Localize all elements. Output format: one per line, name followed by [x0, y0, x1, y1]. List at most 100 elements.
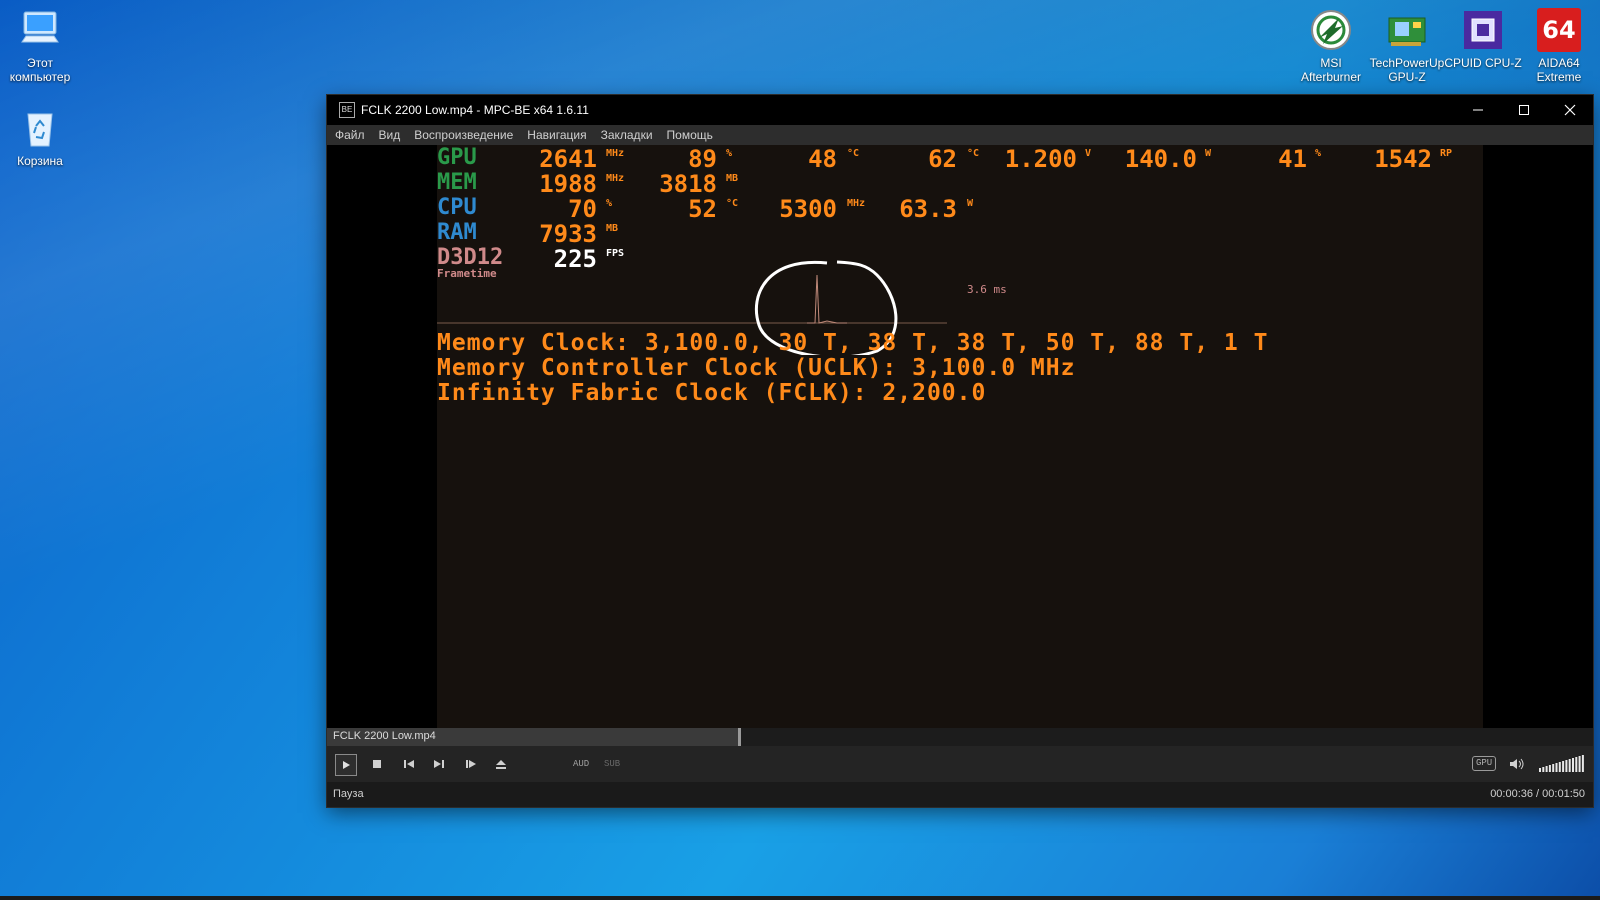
seek-bar[interactable]: FCLK 2200 Low.mp4	[327, 728, 1593, 746]
video-area[interactable]: GPU 2641 MHz 89 % 48 °C 62 °C 1.200 V 14…	[327, 145, 1593, 728]
osd-gpu-power-unit: W	[1205, 148, 1212, 159]
desktop-icon-label: Этот компьютер	[9, 56, 71, 84]
previous-button[interactable]	[399, 754, 419, 774]
frame-step-icon	[466, 760, 476, 768]
osd-ram-used-unit: MB	[606, 223, 619, 234]
next-button[interactable]	[429, 754, 449, 774]
cpuz-icon	[1461, 8, 1505, 52]
desktop-icon-this-pc[interactable]: Этот компьютер	[0, 8, 80, 84]
menu-playback[interactable]: Воспроизведение	[414, 128, 513, 142]
menu-navigation[interactable]: Навигация	[527, 128, 586, 142]
osd-cpu-label: CPU	[437, 195, 477, 220]
osd-gpu-voltage-unit: V	[1085, 148, 1092, 159]
app-icon: BE	[339, 102, 355, 118]
stop-icon	[373, 760, 381, 768]
volume-bar	[1558, 762, 1561, 772]
osd-cpu-clock: 5300	[779, 195, 837, 223]
gpuz-icon	[1385, 8, 1429, 52]
stop-button[interactable]	[367, 754, 387, 774]
speaker-icon	[1510, 758, 1524, 770]
volume-bar	[1542, 767, 1545, 772]
volume-bar	[1572, 758, 1574, 772]
volume-bar	[1539, 768, 1541, 772]
osd-gpu-fan: 41	[1278, 145, 1307, 173]
title-bar[interactable]: BE FCLK 2200 Low.mp4 - MPC-BE x64 1.6.11	[327, 95, 1593, 125]
seek-thumb[interactable]	[737, 728, 741, 746]
menu-view[interactable]: Вид	[379, 128, 401, 142]
desktop-icon-cpuz[interactable]: CPUID CPU-Z	[1443, 8, 1523, 70]
desktop-icon-label: Корзина	[17, 154, 63, 168]
osd-mem-used: 3818	[659, 170, 717, 198]
maximize-button[interactable]	[1501, 95, 1547, 125]
osd-gpu-temp-unit: °C	[847, 148, 860, 159]
osd-cpu-power-unit: W	[967, 198, 974, 209]
maximize-icon	[1519, 105, 1529, 115]
osd-cpu-temp-unit: °C	[726, 198, 739, 209]
osd-gpu-voltage: 1.200	[1004, 145, 1077, 173]
volume-slider[interactable]	[1539, 754, 1587, 772]
desktop-icon-label: TechPowerUp GPU-Z	[1369, 56, 1445, 84]
volume-bar	[1575, 757, 1578, 772]
play-button[interactable]	[335, 754, 357, 776]
osd-cpu-usage-unit: %	[606, 198, 613, 209]
osd-cpu-temp: 52	[688, 195, 717, 223]
osd-gpu-label: GPU	[437, 145, 477, 170]
volume-bar	[1578, 756, 1581, 772]
osd-gpu-usage: 89	[688, 145, 717, 173]
desktop-icon-msi-afterburner[interactable]: MSI Afterburner	[1291, 8, 1371, 84]
playback-status: Пауза	[333, 788, 364, 800]
computer-icon	[18, 8, 62, 52]
volume-bar	[1581, 755, 1584, 772]
osd-gpu-rpm-unit: RP	[1440, 148, 1453, 159]
play-icon	[343, 761, 350, 769]
menu-bookmarks[interactable]: Закладки	[601, 128, 653, 142]
frame-step-button[interactable]	[461, 754, 481, 774]
menu-help[interactable]: Помощь	[667, 128, 713, 142]
player-window: BE FCLK 2200 Low.mp4 - MPC-BE x64 1.6.11…	[327, 95, 1593, 807]
desktop-icon-recycle-bin[interactable]: Корзина	[0, 106, 80, 168]
osd-fclk-line: Infinity Fabric Clock (FCLK): 2,200.0	[437, 380, 987, 406]
subtitle-button[interactable]: SUB	[604, 759, 620, 769]
minimize-icon	[1473, 109, 1483, 111]
playback-time: 00:00:36 / 00:01:50	[1490, 788, 1585, 800]
control-bar: AUD SUB GPU	[327, 746, 1593, 782]
aida64-icon: 64	[1537, 8, 1581, 52]
previous-icon	[404, 760, 414, 768]
desktop-icon-gpuz[interactable]: TechPowerUp GPU-Z	[1367, 8, 1447, 84]
osd-mem-clock-unit: MHz	[606, 173, 625, 184]
volume-bar	[1565, 760, 1568, 772]
osd-gpu-temp: 48	[808, 145, 837, 173]
desktop-icon-aida64[interactable]: 64 AIDA64 Extreme	[1519, 8, 1599, 84]
osd-gpu-hotspot-unit: °C	[967, 148, 980, 159]
volume-bar	[1545, 766, 1548, 772]
status-bar: Пауза 00:00:36 / 00:01:50	[327, 782, 1593, 807]
eject-button[interactable]	[491, 754, 511, 774]
osd-uclk-line: Memory Controller Clock (UCLK): 3,100.0 …	[437, 355, 1076, 381]
osd-gpu-usage-unit: %	[726, 148, 733, 159]
osd-gpu-clock-unit: MHz	[606, 148, 625, 159]
recycle-bin-icon	[18, 106, 62, 150]
osd-cpu-clock-unit: MHz	[847, 198, 866, 209]
mute-button[interactable]	[1507, 754, 1527, 774]
volume-bar	[1555, 763, 1558, 772]
close-button[interactable]	[1547, 95, 1593, 125]
minimize-button[interactable]	[1455, 95, 1501, 125]
osd-gpu-fan-unit: %	[1315, 148, 1322, 159]
osd-mem-used-unit: MB	[726, 173, 739, 184]
next-icon	[434, 760, 444, 768]
aida64-badge: 64	[1542, 16, 1576, 44]
audio-track-button[interactable]: AUD	[573, 759, 589, 769]
volume-bar	[1562, 761, 1565, 772]
menu-file[interactable]: Файл	[335, 128, 365, 142]
volume-bar	[1548, 765, 1551, 772]
osd-memory-clock-line: Memory Clock: 3,100.0, 30 T, 38 T, 38 T,…	[437, 330, 1269, 356]
osd-gpu-power: 140.0	[1124, 145, 1197, 173]
eject-icon	[496, 760, 506, 769]
osd-gpu-clock: 2641	[539, 145, 597, 173]
osd-gpu-hotspot: 62	[928, 145, 957, 173]
volume-bar	[1568, 759, 1571, 772]
osd-mem-label: MEM	[437, 170, 477, 195]
desktop-icon-label: CPUID CPU-Z	[1444, 56, 1522, 70]
osd-cpu-usage: 70	[568, 195, 597, 223]
gpu-indicator[interactable]: GPU	[1472, 756, 1497, 771]
